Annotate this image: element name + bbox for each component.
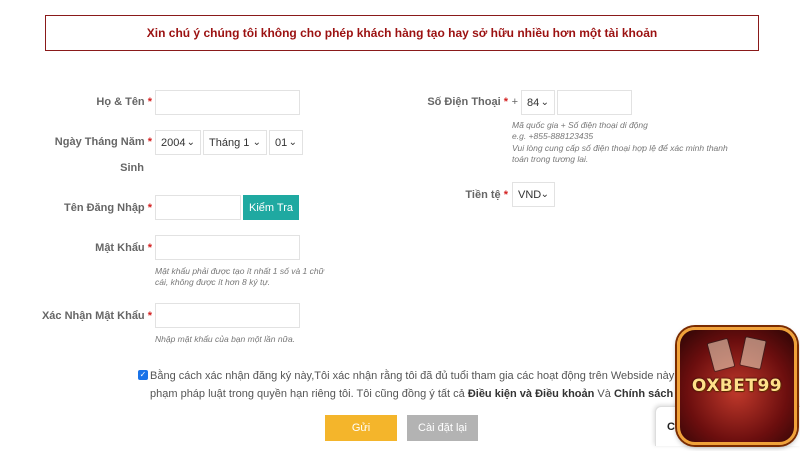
- full-name-label: Họ & Tên *: [96, 96, 152, 108]
- reset-button[interactable]: Cài đặt lại: [407, 415, 478, 441]
- submit-button[interactable]: Gửi: [325, 415, 397, 441]
- password-label: Mật Khẩu *: [95, 242, 152, 254]
- confirm-password-input[interactable]: [155, 303, 300, 328]
- phone-label: Số Điện Thoại *: [427, 96, 508, 108]
- password-input[interactable]: [155, 235, 300, 260]
- notice-banner: Xin chú ý chúng tôi không cho phép khách…: [45, 15, 759, 51]
- phone-plus-sign: +: [511, 96, 518, 108]
- password-hint: Mật khẩu phải được tạo ít nhất 1 số và 1…: [155, 266, 325, 287]
- confirm-password-hint: Nhập mật khẩu của bạn một lần nữa.: [155, 334, 296, 344]
- oxbet99-logo[interactable]: OXBET99: [677, 327, 797, 445]
- full-name-input[interactable]: [155, 90, 300, 115]
- dob-year-select[interactable]: 2004 ⌄: [155, 130, 201, 155]
- playing-card-icon: [739, 336, 767, 370]
- dob-label: Ngày Tháng Năm *: [54, 136, 152, 148]
- terms-link[interactable]: Điều kiện và Điều khoản: [468, 388, 595, 400]
- check-icon: ✓: [139, 370, 147, 379]
- chevron-down-icon: ⌄: [540, 189, 549, 200]
- currency-select[interactable]: VND ⌄: [512, 182, 555, 207]
- chevron-down-icon: ⌄: [252, 137, 261, 148]
- phone-hint-3: Vui lòng cung cấp số điện thoại hợp lệ đ…: [512, 143, 728, 164]
- username-label: Tên Đăng Nhập *: [63, 202, 152, 214]
- phone-hint-2: e.g. +855-888123435: [512, 131, 594, 141]
- phone-hint-1: Mã quốc gia + Số điện thoại di động: [512, 120, 648, 130]
- currency-label: Tiền tệ *: [465, 189, 508, 201]
- username-input[interactable]: [155, 195, 241, 220]
- phone-input[interactable]: [557, 90, 632, 115]
- country-code-select[interactable]: 84 ⌄: [521, 90, 555, 115]
- logo-text: OXBET99: [691, 376, 783, 396]
- dob-day-select[interactable]: 01 ⌄: [269, 130, 303, 155]
- agree-checkbox[interactable]: ✓: [138, 370, 148, 380]
- dob-label-line2: Sinh: [120, 162, 144, 174]
- chevron-down-icon: ⌄: [288, 137, 297, 148]
- chevron-down-icon: ⌄: [186, 137, 195, 148]
- agreement-text: Bằng cách xác nhận đăng ký này,Tôi xác n…: [150, 370, 709, 400]
- playing-card-icon: [706, 337, 736, 373]
- check-username-button[interactable]: Kiểm Tra: [243, 195, 299, 220]
- chevron-down-icon: ⌄: [540, 97, 549, 108]
- confirm-password-label: Xác Nhận Mật Khẩu *: [41, 310, 152, 322]
- dob-month-select[interactable]: Tháng 1 ⌄: [203, 130, 267, 155]
